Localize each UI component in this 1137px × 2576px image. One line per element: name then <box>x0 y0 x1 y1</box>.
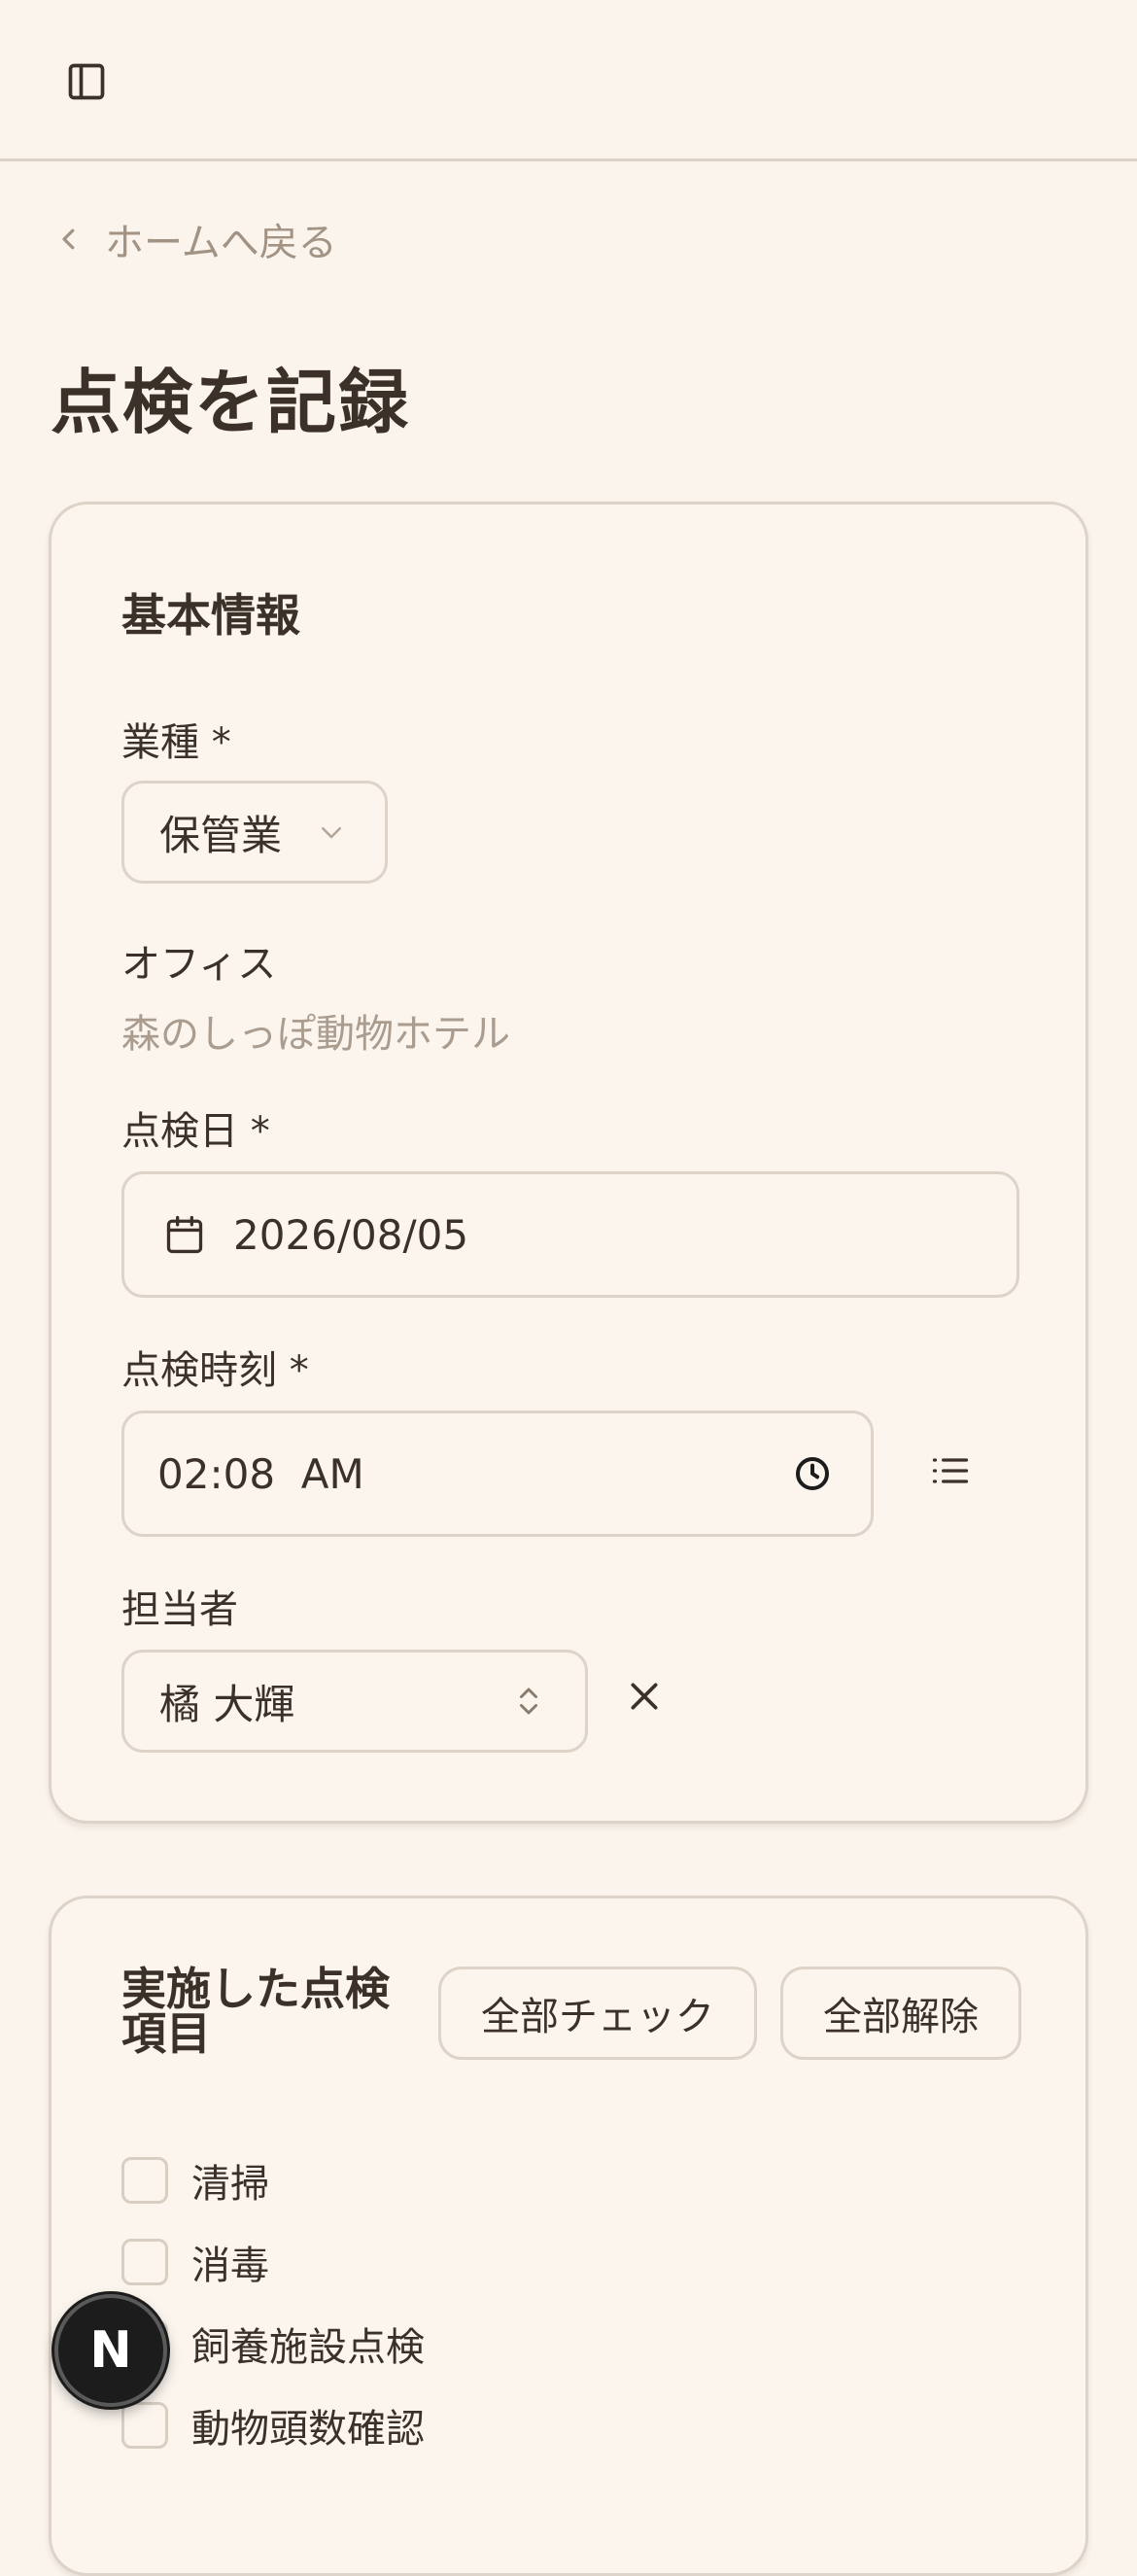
chevron-up-down-icon <box>520 1688 537 1715</box>
time-presets-button[interactable] <box>926 1449 984 1498</box>
business-type-label: 業種 * <box>121 720 231 765</box>
fab-label: N <box>89 2321 132 2380</box>
check-item-label: 清掃 <box>191 2162 269 2207</box>
office-label: オフィス <box>121 942 277 987</box>
check-item-animal-count[interactable]: 動物頭数確認 <box>121 2398 425 2453</box>
inspection-date-input[interactable]: 2026/08/05 <box>121 1171 1019 1298</box>
checkbox[interactable] <box>121 2157 168 2204</box>
uncheck-all-button[interactable]: 全部解除 <box>780 1967 1021 2060</box>
checkbox[interactable] <box>121 2239 168 2285</box>
inspection-time-input[interactable]: 02:08 AM <box>121 1410 874 1537</box>
check-all-button[interactable]: 全部チェック <box>438 1967 757 2060</box>
check-item-label: 消毒 <box>191 2244 269 2288</box>
top-bar <box>0 0 1137 161</box>
office-value: 森のしっぽ動物ホテル <box>121 1012 510 1057</box>
check-item-disinfection[interactable]: 消毒 <box>121 2235 269 2289</box>
calendar-icon <box>166 1215 203 1254</box>
chevron-down-icon <box>322 827 342 839</box>
back-to-home-link[interactable]: ホームへ戻る <box>54 212 337 266</box>
person-label: 担当者 <box>121 1587 238 1632</box>
inspection-time-value: 02:08 AM <box>157 1449 364 1498</box>
business-type-select[interactable]: 保管業 <box>121 781 388 884</box>
clear-person-button[interactable] <box>625 1677 673 1725</box>
person-value: 橘 大輝 <box>159 1680 295 1728</box>
page-title: 点検を記録 <box>51 362 411 443</box>
business-type-value: 保管業 <box>159 811 283 859</box>
back-link-label: ホームへ戻る <box>105 221 337 265</box>
check-item-facility-inspection[interactable]: 飼養施設点検 <box>121 2316 425 2371</box>
close-icon <box>631 1683 658 1710</box>
basic-info-card: 基本情報 業種 * 保管業 オフィス 森のしっぽ動物ホテル 点検日 * 2026… <box>49 502 1088 1824</box>
sidebar-panel-icon <box>68 63 105 100</box>
check-item-cleaning[interactable]: 清掃 <box>121 2153 269 2208</box>
inspection-date-value: 2026/08/05 <box>233 1210 469 1259</box>
inspection-time-label: 点検時刻 * <box>121 1348 309 1393</box>
check-item-label: 飼養施設点検 <box>191 2325 425 2370</box>
inspection-date-label: 点検日 * <box>121 1109 270 1154</box>
person-select[interactable]: 橘 大輝 <box>121 1650 588 1753</box>
clock-icon[interactable] <box>793 1454 832 1493</box>
inspection-items-card: 実施した点検項目 全部チェック 全部解除 清掃 消毒 飼養施設点検 動物頭数確認 <box>49 1896 1088 2576</box>
next-dev-tools-button[interactable]: N <box>54 2294 167 2407</box>
check-item-label: 動物頭数確認 <box>191 2407 425 2452</box>
list-icon <box>932 1458 969 1483</box>
chevron-left-icon <box>62 228 75 250</box>
sidebar-toggle-button[interactable] <box>62 60 111 103</box>
inspection-items-title: 実施した点検項目 <box>121 1963 390 2060</box>
basic-info-title: 基本情報 <box>121 589 300 642</box>
checkbox[interactable] <box>121 2402 168 2449</box>
